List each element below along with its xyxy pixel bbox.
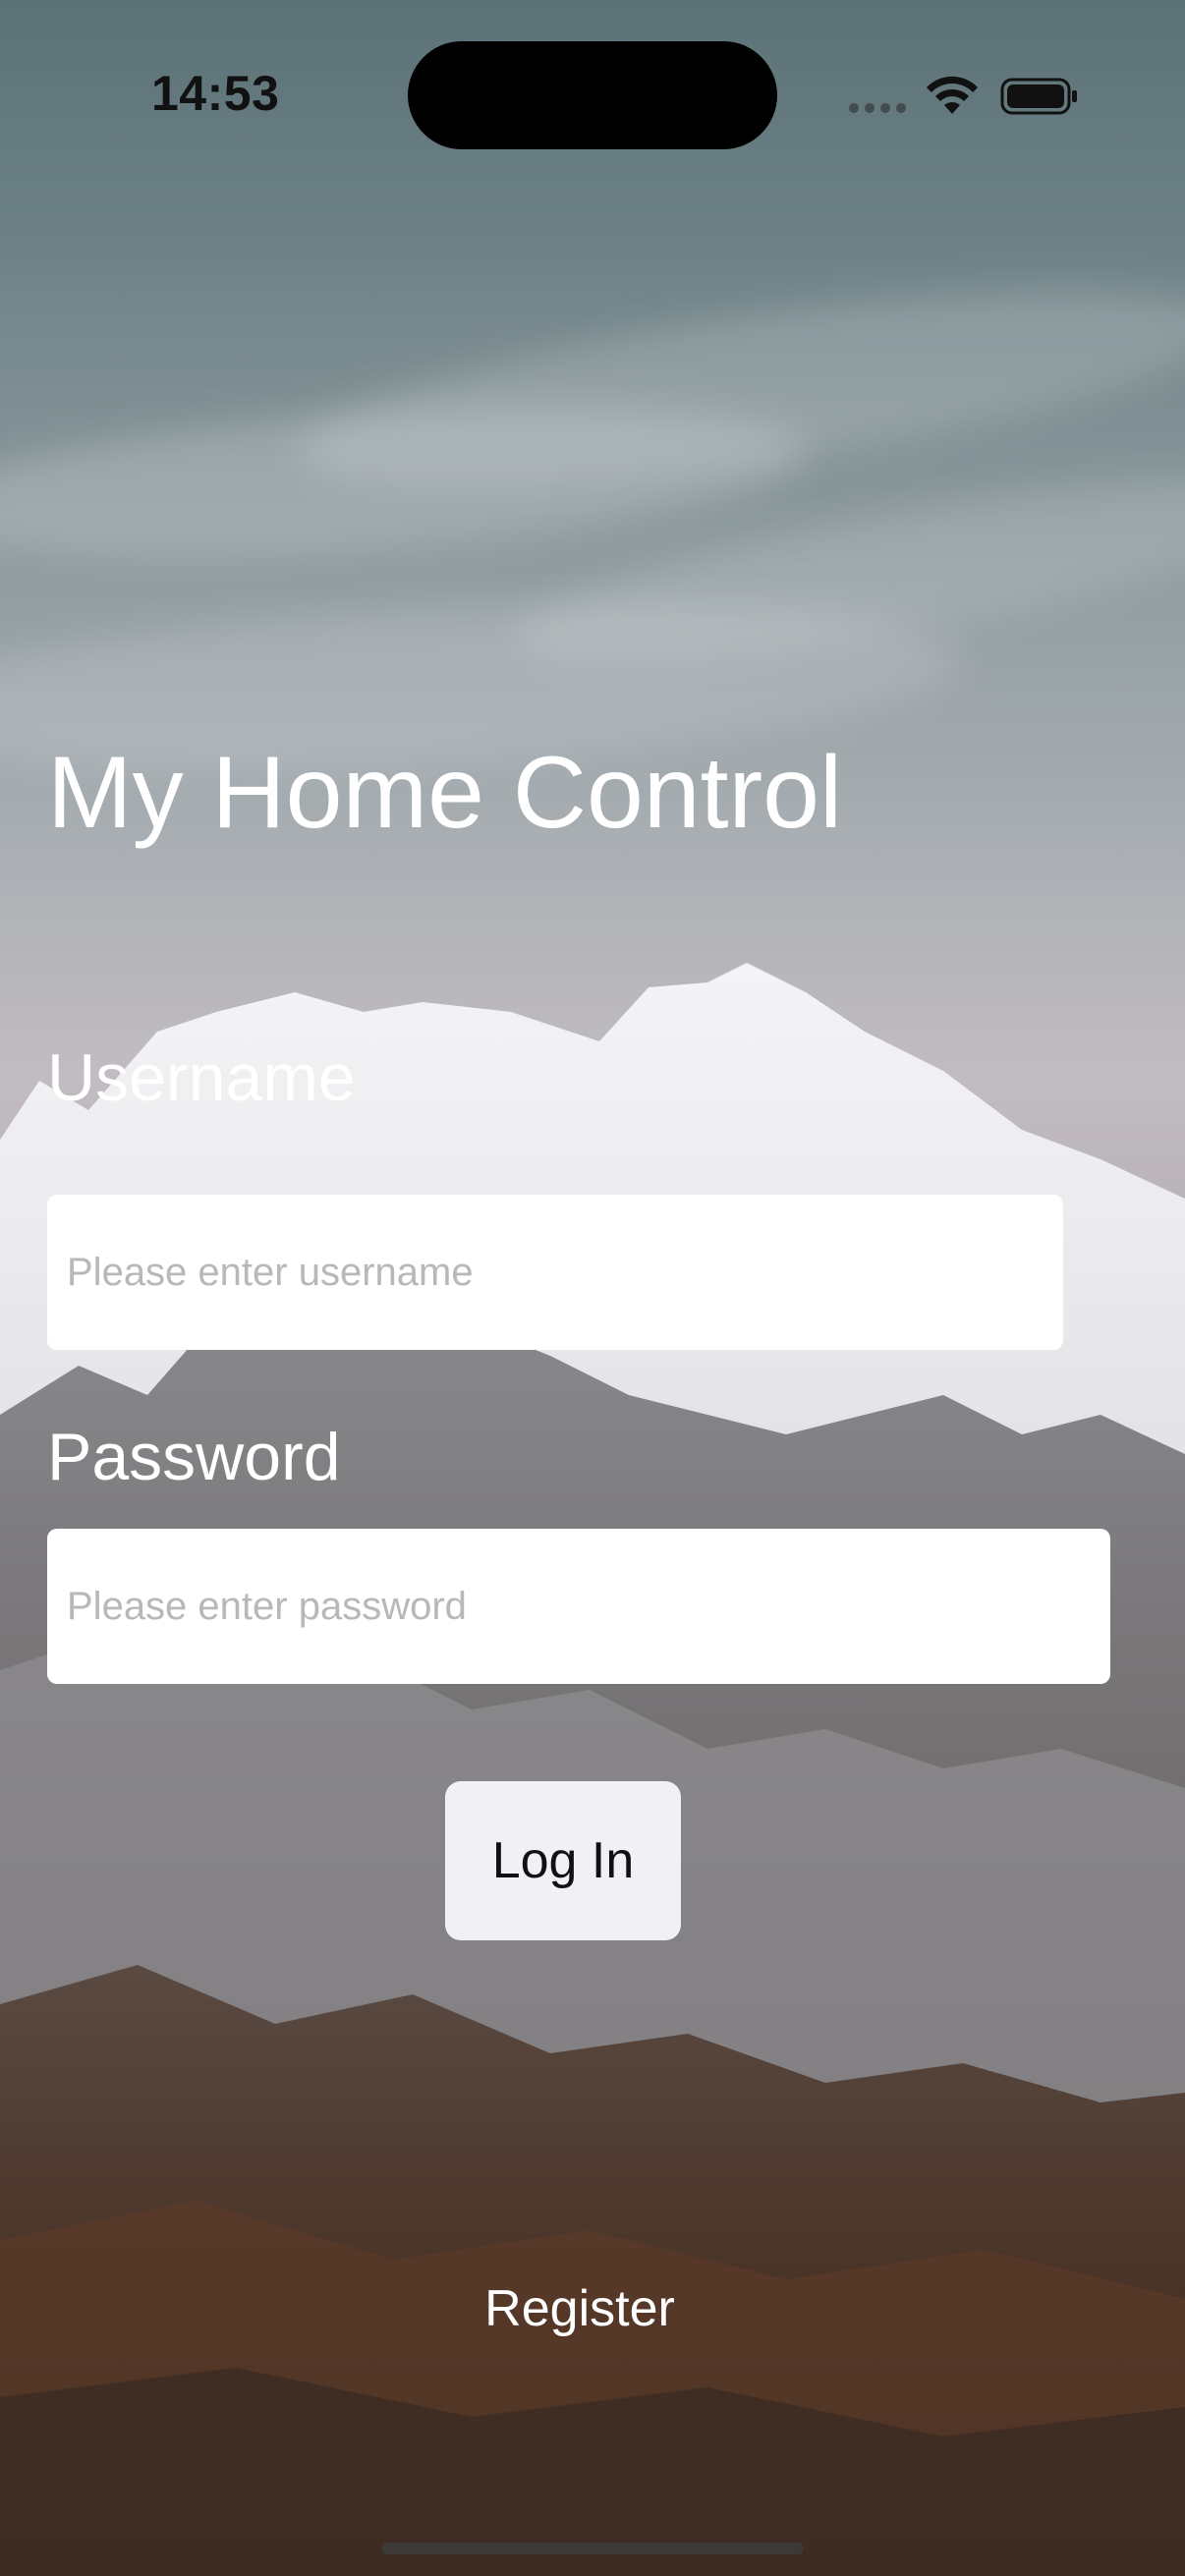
password-label: Password <box>47 1420 341 1494</box>
username-label: Username <box>47 1040 356 1115</box>
wifi-icon <box>927 76 978 114</box>
status-time: 14:53 <box>151 66 280 121</box>
dynamic-island <box>408 41 777 149</box>
register-link[interactable]: Register <box>0 2279 1159 2338</box>
cloud-shape <box>289 250 1185 527</box>
username-input[interactable] <box>47 1195 1063 1350</box>
login-button[interactable]: Log In <box>445 1781 681 1940</box>
cloud-shape <box>0 381 810 582</box>
status-bar: 14:53 <box>0 0 1185 187</box>
login-screen: 14:53 My Home Control Username Password … <box>0 0 1185 2576</box>
signal-dots-icon <box>849 102 908 114</box>
cloud-shape <box>506 441 1185 699</box>
app-title: My Home Control <box>47 736 843 850</box>
battery-icon <box>1000 78 1077 115</box>
password-input[interactable] <box>47 1529 1110 1684</box>
home-indicator <box>381 2543 804 2554</box>
